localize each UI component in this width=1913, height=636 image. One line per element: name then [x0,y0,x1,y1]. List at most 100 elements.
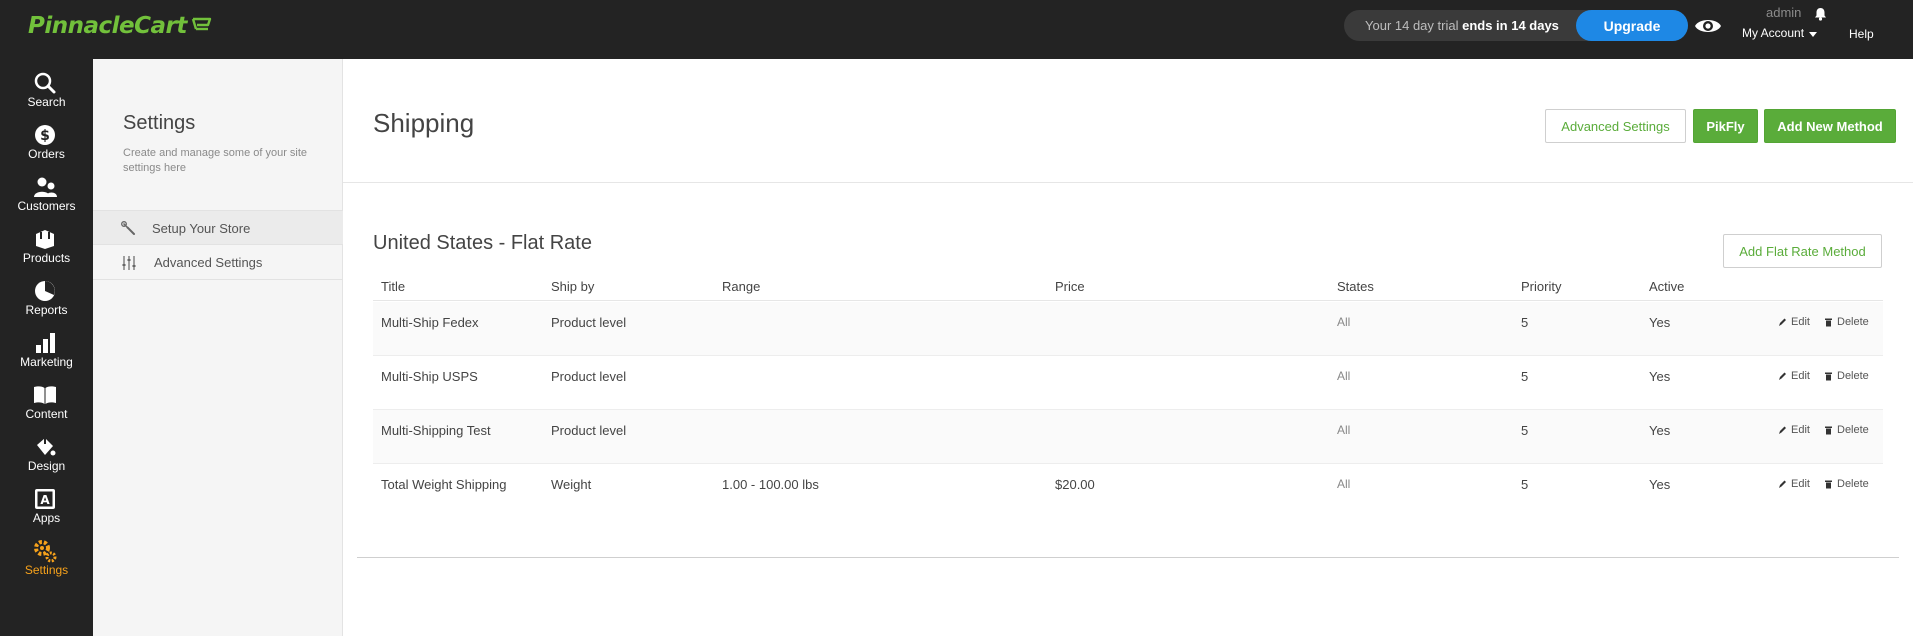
column-header-ship-by: Ship by [551,279,595,294]
edit-button[interactable]: Edit [1778,316,1810,328]
cell-active: Yes [1649,477,1671,492]
add-new-method-button[interactable]: Add New Method [1764,109,1896,143]
header-divider [343,182,1913,183]
nav-item-customers[interactable]: Customers [0,175,93,227]
pencil-icon [1779,372,1786,380]
pikfly-button[interactable]: PikFly [1693,109,1758,143]
cell-price: $20.00 [1055,477,1095,492]
admin-name: admin [1766,5,1802,20]
table-header: Title Ship by Range Price States Priorit… [373,266,1883,301]
column-header-states: States [1337,279,1374,294]
cart-logo-icon [191,17,212,31]
bar-chart-icon [36,333,55,353]
nav-item-orders[interactable]: $ Orders [0,123,93,175]
sliders-icon [122,256,136,270]
nav-item-apps[interactable]: A Apps [0,487,93,539]
nav-label: Marketing [20,355,73,369]
cell-ship-by: Product level [551,369,627,384]
add-flat-rate-method-button[interactable]: Add Flat Rate Method [1723,234,1882,268]
eye-icon[interactable] [1694,15,1722,37]
nav-item-products[interactable]: Products [0,227,93,279]
delete-button[interactable]: Delete [1824,478,1869,490]
subpanel-item-label: Setup Your Store [152,221,251,236]
upgrade-button[interactable]: Upgrade [1576,10,1688,41]
subpanel-item-setup-store[interactable]: Setup Your Store [93,210,343,245]
users-icon [34,177,57,197]
cell-ship-by: Product level [551,315,627,330]
cell-title: Multi-Ship Fedex [381,315,479,330]
nav-label: Customers [17,199,76,213]
nav-label: Apps [32,511,61,525]
cell-title: Total Weight Shipping [381,477,507,492]
nav-item-marketing[interactable]: Marketing [0,331,93,383]
book-icon [34,386,56,404]
cell-active: Yes [1649,423,1671,438]
delete-button[interactable]: Delete [1824,370,1869,382]
cell-priority: 5 [1521,477,1529,492]
nav-item-content[interactable]: Content [0,383,93,435]
edit-button[interactable]: Edit [1778,478,1810,490]
nav-label: Content [25,407,68,421]
column-header-active: Active [1649,279,1685,294]
pie-chart-icon [35,281,55,301]
subpanel-title: Settings [123,112,196,134]
trash-icon [1825,426,1832,435]
page-title: Shipping [373,108,475,138]
cell-states: All [1337,315,1351,329]
nav-label: Reports [25,303,68,317]
section-title: United States - Flat Rate [373,232,592,254]
help-link[interactable]: Help [1849,27,1874,41]
trash-icon [1825,372,1832,381]
svg-text:A: A [40,493,50,507]
table-row: Multi-Shipping Test Product level All 5 … [373,410,1883,464]
cell-states: All [1337,477,1351,491]
apps-icon: A [35,489,55,509]
cell-range: 1.00 - 100.00 lbs [722,477,819,492]
edit-label: Edit [1791,478,1810,490]
nav-label: Orders [28,147,65,161]
subpanel-item-advanced-settings[interactable]: Advanced Settings [93,245,343,280]
nav-label: Products [22,251,71,265]
advanced-settings-button[interactable]: Advanced Settings [1545,109,1686,143]
account-menu[interactable]: admin My Account [1742,4,1842,44]
table-row: Multi-Ship Fedex Product level All 5 Yes… [373,302,1883,356]
nav-label: Design [27,459,66,473]
nav-item-search[interactable]: Search [0,71,93,123]
subpanel-item-label: Advanced Settings [154,255,263,270]
delete-button[interactable]: Delete [1824,424,1869,436]
bell-icon[interactable] [1814,7,1827,21]
subpanel-description: Create and manage some of your site sett… [123,147,308,174]
my-account-label[interactable]: My Account [1742,26,1804,40]
edit-button[interactable]: Edit [1778,370,1810,382]
cell-priority: 5 [1521,423,1529,438]
trash-icon [1825,480,1832,489]
table-row: Total Weight Shipping Weight 1.00 - 100.… [373,464,1883,518]
column-header-price: Price [1055,279,1085,294]
column-header-title: Title [381,279,406,294]
edit-button[interactable]: Edit [1778,424,1810,436]
left-nav: Search $ Orders Customers Products Repor… [0,59,93,636]
cell-title: Multi-Shipping Test [381,423,491,438]
logo-text: PinnacleCart [28,13,187,39]
delete-label: Delete [1837,478,1869,490]
main-content: Shipping Advanced Settings PikFly Add Ne… [343,59,1913,636]
nav-item-design[interactable]: Design [0,435,93,487]
nav-item-settings[interactable]: Settings [0,539,93,591]
pencil-icon [1779,426,1786,434]
logo[interactable]: PinnacleCart [28,13,213,39]
cell-title: Multi-Ship USPS [381,369,478,384]
trial-days: ends in 14 days [1462,18,1559,33]
nav-label: Search [27,95,66,109]
delete-label: Delete [1837,370,1869,382]
svg-text:$: $ [40,128,50,144]
edit-label: Edit [1791,424,1810,436]
cell-ship-by: Product level [551,423,627,438]
delete-button[interactable]: Delete [1824,316,1869,328]
edit-label: Edit [1791,316,1810,328]
nav-item-reports[interactable]: Reports [0,279,93,331]
column-header-priority: Priority [1521,279,1562,294]
nav-label: Settings [24,563,69,577]
table-row: Multi-Ship USPS Product level All 5 Yes … [373,356,1883,410]
settings-subpanel: Settings Create and manage some of your … [93,59,343,636]
cell-active: Yes [1649,369,1671,384]
